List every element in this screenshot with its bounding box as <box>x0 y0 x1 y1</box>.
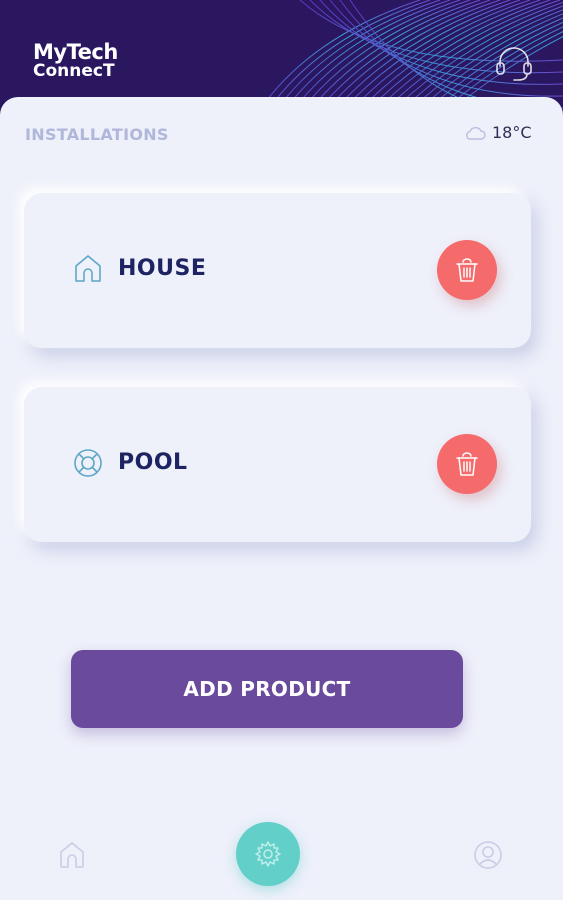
delete-house-button[interactable] <box>437 240 497 300</box>
gear-icon <box>255 841 281 867</box>
delete-pool-button[interactable] <box>437 434 497 494</box>
headset-icon[interactable] <box>494 44 534 84</box>
house-icon <box>75 255 101 282</box>
logo-line-2: ConnecT <box>33 61 115 81</box>
trash-icon <box>456 452 478 476</box>
add-product-button[interactable]: ADD PRODUCT <box>71 650 463 728</box>
temperature-value: 18°C <box>492 123 532 142</box>
installation-card-pool[interactable]: POOL <box>24 387 531 542</box>
user-icon[interactable] <box>473 840 503 870</box>
installation-label: POOL <box>118 450 188 475</box>
logo-line-1: MyTech <box>33 40 118 64</box>
weather-widget: 18°C <box>464 123 532 142</box>
app-logo: MyTech ConnecT <box>33 42 118 80</box>
settings-button[interactable] <box>236 822 300 886</box>
lifebuoy-icon <box>74 449 102 477</box>
installation-card-house[interactable]: HOUSE <box>24 193 531 348</box>
cloud-icon <box>466 126 486 140</box>
home-icon[interactable] <box>57 840 87 870</box>
installation-label: HOUSE <box>118 256 207 281</box>
installations-title: INSTALLATIONS <box>25 125 169 144</box>
trash-icon <box>456 258 478 282</box>
